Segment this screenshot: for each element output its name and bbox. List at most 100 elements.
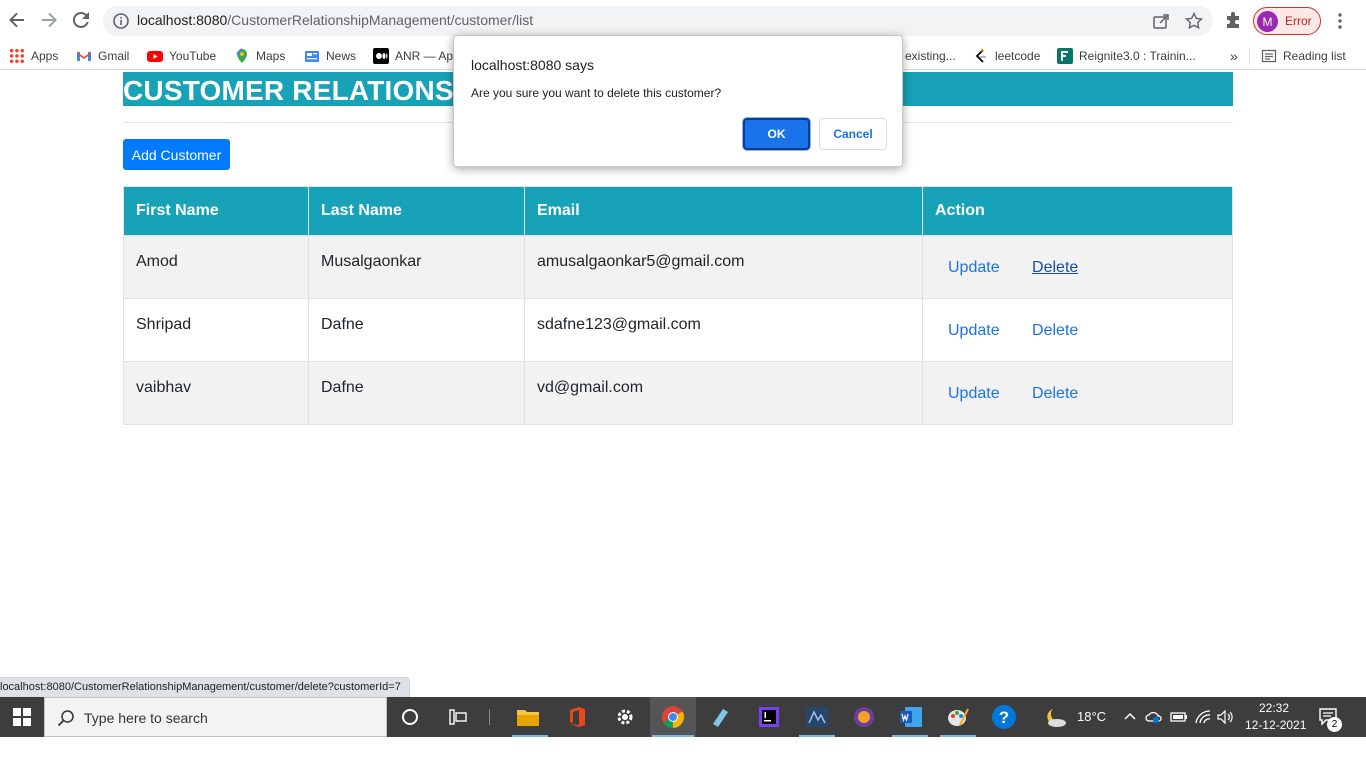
avatar: M — [1257, 11, 1278, 32]
bookmark-leetcode[interactable]: leetcode — [973, 46, 1040, 66]
mysql-workbench-icon[interactable] — [803, 703, 831, 731]
app-icon[interactable] — [850, 703, 878, 731]
taskbar-divider — [489, 709, 490, 725]
leetcode-icon — [973, 48, 989, 64]
temperature[interactable]: 18°C — [1077, 709, 1106, 724]
url-host: localhost:8080 — [137, 12, 228, 28]
bookmark-label: Reignite3.0 : Trainin... — [1079, 49, 1196, 63]
bookmark-apps[interactable]: Apps — [9, 46, 58, 66]
notification-badge: 2 — [1327, 717, 1342, 732]
chrome-icon[interactable] — [659, 703, 687, 731]
battery-icon[interactable] — [1170, 709, 1188, 730]
bookmark-existing[interactable]: existing... — [905, 46, 956, 66]
profile-status: Error — [1285, 14, 1312, 28]
forms-icon — [1057, 48, 1073, 64]
clock-date[interactable]: 12-12-2021 — [1245, 718, 1306, 732]
share-icon[interactable] — [1152, 12, 1170, 35]
bookmark-gmail[interactable]: Gmail — [76, 46, 129, 66]
bookmark-reignite[interactable]: Reignite3.0 : Trainin... — [1057, 46, 1196, 66]
bookmark-label: leetcode — [995, 49, 1041, 63]
site-info-icon[interactable] — [112, 12, 130, 30]
volume-icon[interactable] — [1217, 709, 1235, 730]
settings-gear-icon[interactable] — [611, 703, 639, 731]
column-header-email: Email — [524, 186, 923, 236]
bookmark-news[interactable]: News — [304, 46, 356, 66]
table-row: vaibhav Dafne vd@gmail.com Update Delete — [123, 361, 1233, 425]
dialog-title: localhost:8080 says — [471, 57, 594, 73]
intellij-icon[interactable] — [755, 703, 783, 731]
cell-email: sdafne123@gmail.com — [524, 298, 923, 362]
cell-email: amusalgaonkar5@gmail.com — [524, 235, 923, 299]
reading-list-label: Reading list — [1283, 49, 1346, 63]
search-placeholder: Type here to search — [84, 710, 208, 726]
chevron-up-icon[interactable] — [1123, 709, 1137, 728]
clock-time[interactable]: 22:32 — [1259, 701, 1289, 715]
apps-grid-icon — [9, 48, 25, 64]
cell-actions: Update Delete — [922, 298, 1233, 362]
cell-actions: Update Delete — [922, 361, 1233, 425]
bookmarks-overflow[interactable]: » — [1230, 46, 1238, 66]
youtube-icon — [147, 48, 163, 64]
bookmark-star-icon[interactable] — [1184, 11, 1204, 35]
task-view-icon[interactable] — [445, 703, 473, 731]
windows-taskbar: Type here to search ? 18°C 22:32 12-12-2… — [0, 697, 1366, 737]
onedrive-icon[interactable] — [1145, 709, 1163, 730]
gmail-icon — [76, 48, 92, 64]
bookmark-maps[interactable]: Maps — [234, 46, 285, 66]
url-path: /CustomerRelationshipManagement/customer… — [227, 12, 534, 28]
news-icon — [304, 48, 320, 64]
browser-window: localhost:8080/CustomerRelationshipManag… — [0, 0, 1366, 768]
bookmark-youtube[interactable]: YouTube — [147, 46, 216, 66]
add-customer-button[interactable]: Add Customer — [123, 139, 230, 170]
ok-button[interactable]: OK — [743, 118, 810, 150]
svg-text:?: ? — [999, 708, 1009, 727]
windows-logo-icon — [13, 708, 31, 726]
start-button[interactable] — [0, 697, 44, 737]
bookmark-label: News — [326, 49, 357, 63]
forward-icon[interactable] — [37, 8, 61, 32]
wifi-icon[interactable] — [1194, 709, 1212, 730]
column-header-action: Action — [922, 186, 1233, 236]
customer-table: First Name Last Name Email Action Amod M… — [123, 186, 1233, 425]
bookmark-label: ANR — Ap — [395, 49, 454, 63]
column-header-first-name: First Name — [123, 186, 309, 236]
bookmark-label: YouTube — [169, 49, 217, 63]
reload-icon[interactable] — [69, 8, 93, 32]
file-explorer-icon[interactable] — [514, 703, 542, 731]
notepad-icon[interactable] — [706, 703, 734, 731]
word-icon[interactable] — [897, 703, 925, 731]
menu-kebab-icon[interactable] — [1332, 12, 1348, 35]
cell-last-name: Dafne — [308, 298, 525, 362]
confirm-dialog: localhost:8080 says Are you sure you wan… — [453, 35, 903, 167]
address-bar[interactable]: localhost:8080/CustomerRelationshipManag… — [103, 6, 1213, 36]
update-link[interactable]: Update — [948, 385, 1000, 402]
extensions-icon[interactable] — [1224, 12, 1242, 35]
delete-link[interactable]: Delete — [1032, 322, 1078, 339]
update-link[interactable]: Update — [948, 259, 1000, 276]
weather-moon-icon[interactable] — [1043, 707, 1067, 732]
url-text: localhost:8080/CustomerRelationshipManag… — [137, 12, 533, 28]
reading-list[interactable]: Reading list — [1261, 46, 1346, 66]
delete-link[interactable]: Delete — [1032, 259, 1078, 276]
update-link[interactable]: Update — [948, 322, 1000, 339]
profile-button[interactable]: M Error — [1253, 7, 1321, 35]
cell-email: vd@gmail.com — [524, 361, 923, 425]
help-icon[interactable]: ? — [990, 703, 1018, 731]
cell-last-name: Dafne — [308, 361, 525, 425]
cell-first-name: Shripad — [123, 298, 309, 362]
back-icon[interactable] — [5, 8, 29, 32]
delete-link[interactable]: Delete — [1032, 385, 1078, 402]
maps-icon — [234, 48, 250, 64]
cell-first-name: Amod — [123, 235, 309, 299]
bookmark-label: Maps — [256, 49, 286, 63]
office-icon[interactable] — [563, 703, 591, 731]
paint-icon[interactable] — [944, 703, 972, 731]
cancel-button[interactable]: Cancel — [819, 118, 887, 150]
bookmark-label: Apps — [31, 49, 59, 63]
cortana-icon[interactable] — [396, 703, 424, 731]
taskbar-search-box[interactable]: Type here to search — [44, 697, 387, 737]
bookmark-anr[interactable]: ANR — Ap — [373, 46, 453, 66]
cell-first-name: vaibhav — [123, 361, 309, 425]
medium-icon — [373, 48, 389, 64]
bookmarks-divider — [1249, 47, 1250, 65]
